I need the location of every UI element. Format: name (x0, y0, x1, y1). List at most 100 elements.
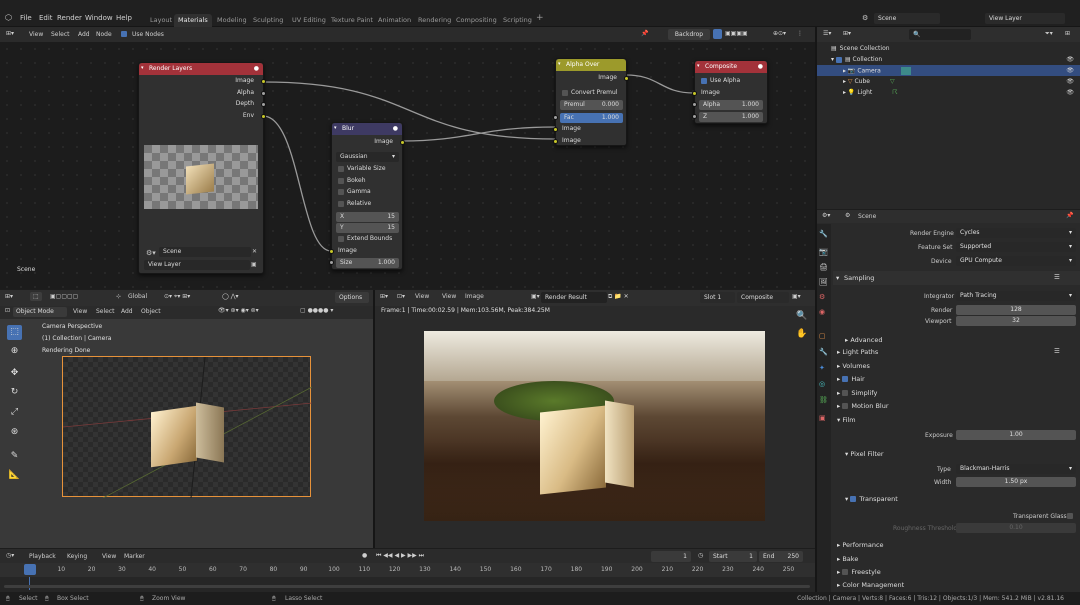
record-icon[interactable]: ● (362, 552, 367, 559)
display-mode-icon[interactable]: ⊞▾ (843, 30, 851, 37)
convert-premul-option[interactable]: Convert Premul (562, 89, 618, 96)
outliner-search-input[interactable]: 🔍 (909, 29, 971, 40)
cube-front[interactable] (151, 405, 197, 468)
select-box-tool[interactable]: ⬚ (7, 325, 22, 340)
collapse-icon[interactable]: ▾ (334, 125, 337, 131)
composite-header[interactable]: ▾ Composite ● (695, 61, 767, 73)
image-editor[interactable]: ⊞▾ ⊡▾ View View Image ▣▾ Render Result ⧉… (375, 290, 815, 548)
tab-scripting[interactable]: Scripting (499, 14, 536, 27)
tab-compositing[interactable]: Compositing (452, 14, 501, 27)
menu-view-2[interactable]: View (442, 293, 456, 300)
pan-hand-icon[interactable]: ✋ (796, 329, 807, 339)
scene-tab-icon[interactable]: ⚙ (819, 293, 825, 301)
clock-icon[interactable]: ◷ (698, 552, 703, 559)
menu-keying[interactable]: Keying (67, 553, 87, 560)
visibility-eye-icon[interactable]: 👁 (1066, 67, 1074, 74)
filter-width-field[interactable]: 1.50 px (956, 477, 1076, 487)
physics-tab-icon[interactable]: ◎ (819, 380, 825, 388)
integrator-select[interactable]: Path Tracing ▾ (956, 291, 1076, 301)
rotate-tool[interactable]: ↻ (7, 385, 22, 400)
measure-tool[interactable]: 📐 (7, 468, 22, 483)
color-management-panel[interactable]: ▸ Color Management (837, 581, 904, 589)
freestyle-checkbox[interactable] (842, 569, 849, 575)
output-socket-depth[interactable] (261, 102, 266, 107)
outliner-item-cube[interactable]: ▸ ▽ Cube ▽ 👁 (817, 76, 1080, 87)
light-paths-panel[interactable]: ▸ Light Paths (837, 348, 878, 356)
editor-type-icon[interactable]: ⚙▾ (822, 212, 830, 219)
mode-icon[interactable]: ⊡ (5, 307, 10, 314)
filter-type-select[interactable]: Blackman-Harris ▾ (956, 464, 1076, 474)
input-socket-z[interactable] (692, 114, 697, 119)
cube-side[interactable] (196, 402, 224, 463)
node-preview-icon[interactable]: ● (758, 63, 763, 70)
use-alpha-option[interactable]: Use Alpha (701, 77, 740, 84)
performance-panel[interactable]: ▸ Performance (837, 541, 884, 549)
feature-set-select[interactable]: Supported ▾ (956, 242, 1076, 252)
output-socket-image[interactable] (624, 76, 629, 81)
scene-selector[interactable]: Scene (874, 13, 940, 24)
image-browse-icon[interactable]: ▣▾ (531, 293, 540, 300)
outliner-collection[interactable]: ▾ ▤ Collection 👁 (817, 54, 1080, 65)
alpha-over-header[interactable]: ▾ Alpha Over (556, 59, 626, 71)
compositor-node-editor[interactable]: ⊞▾ View Select Add Node Use Nodes 📌 Back… (0, 27, 815, 289)
node-preview-icon[interactable]: ● (393, 125, 398, 132)
view-layer-selector[interactable]: View Layer (985, 13, 1065, 24)
viewport-samples-field[interactable]: 32 (956, 316, 1076, 326)
blur-node[interactable]: ▾ Blur ● Image Gaussian ▾ Variable Size B… (329, 122, 405, 270)
menu-add[interactable]: Add (121, 308, 133, 315)
pin-icon[interactable]: 📌 (1066, 212, 1073, 219)
filter-icon[interactable]: ⏷▾ (1045, 30, 1053, 38)
alpha-field[interactable]: Alpha 1.000 (699, 100, 763, 110)
orientation-select[interactable]: Global (128, 293, 147, 300)
menu-select[interactable]: Select (96, 308, 115, 315)
input-socket-size[interactable] (329, 260, 334, 265)
blur-x-field[interactable]: X 15 (336, 212, 399, 222)
output-socket-env[interactable] (261, 114, 266, 119)
slot-select[interactable]: Slot 1 (700, 292, 735, 303)
device-select[interactable]: GPU Compute ▾ (956, 256, 1076, 266)
film-panel[interactable]: ▾ Film (837, 416, 856, 424)
pixel-filter-subpanel[interactable]: ▾ Pixel Filter (845, 450, 884, 458)
z-field[interactable]: Z 1.000 (699, 112, 763, 122)
menu-view[interactable]: View (415, 293, 429, 300)
collapse-icon[interactable]: ▾ (697, 63, 700, 69)
exposure-field[interactable]: 1.00 (956, 430, 1076, 440)
start-frame-field[interactable]: Start 1 (709, 551, 757, 562)
presets-icon[interactable]: ☰ (1054, 273, 1060, 281)
input-socket-fac[interactable] (553, 115, 558, 120)
transparent-subpanel[interactable]: ▾ Transparent (845, 495, 898, 503)
menu-window[interactable]: Window (85, 14, 113, 22)
visibility-eye-icon[interactable]: 👁 (1066, 89, 1074, 96)
input-socket-image-2[interactable] (553, 139, 558, 144)
view-layer-field[interactable]: View Layer (144, 260, 250, 270)
motion-blur-panel[interactable]: ▸ Motion Blur (837, 402, 889, 410)
transparent-checkbox[interactable] (850, 496, 857, 502)
render-icon[interactable]: ▣ (251, 261, 257, 268)
hair-checkbox[interactable] (842, 376, 849, 382)
transform-tool[interactable]: ⊛ (7, 425, 22, 440)
transform-orientation-icon[interactable]: ⊹ (116, 293, 121, 300)
editor-type-icon[interactable]: ⊞▾ (380, 293, 388, 300)
extend-bounds-option[interactable]: Extend Bounds (338, 235, 392, 242)
render-layers-header[interactable]: ▾ Render Layers ● (139, 63, 263, 75)
bokeh-option[interactable]: Bokeh (338, 177, 366, 184)
advanced-subpanel[interactable]: ▸ Advanced (845, 336, 882, 344)
menu-view[interactable]: View (73, 308, 87, 315)
image-actions-icons[interactable]: ⧉ 📁 ✕ (608, 293, 629, 301)
composite-node[interactable]: ▾ Composite ● Use Alpha Image Alpha 1.000… (692, 60, 768, 124)
tab-texture-paint[interactable]: Texture Paint (327, 14, 377, 27)
menu-playback[interactable]: Playback (29, 553, 56, 560)
editor-type-icon[interactable]: ◷▾ (6, 552, 14, 559)
tab-materials[interactable]: Materials (174, 14, 212, 27)
annotate-tool[interactable]: ✎ (7, 449, 22, 464)
pivot-icon[interactable]: ⊙▾ ⌖▾ ⊞▾ (164, 293, 190, 301)
fac-field[interactable]: Fac 1.000 (560, 113, 623, 123)
output-tab-icon[interactable]: 🖨 (819, 263, 828, 271)
expand-icon[interactable]: ▾ (831, 56, 834, 63)
variable-size-option[interactable]: Variable Size (338, 165, 386, 172)
output-socket-alpha[interactable] (261, 91, 266, 96)
outliner-item-camera[interactable]: ▸ 📷 Camera 👁 (817, 65, 1080, 76)
blur-y-field[interactable]: Y 15 (336, 223, 399, 233)
move-tool[interactable]: ✥ (7, 366, 22, 381)
scale-tool[interactable]: ⤢ (7, 405, 22, 420)
